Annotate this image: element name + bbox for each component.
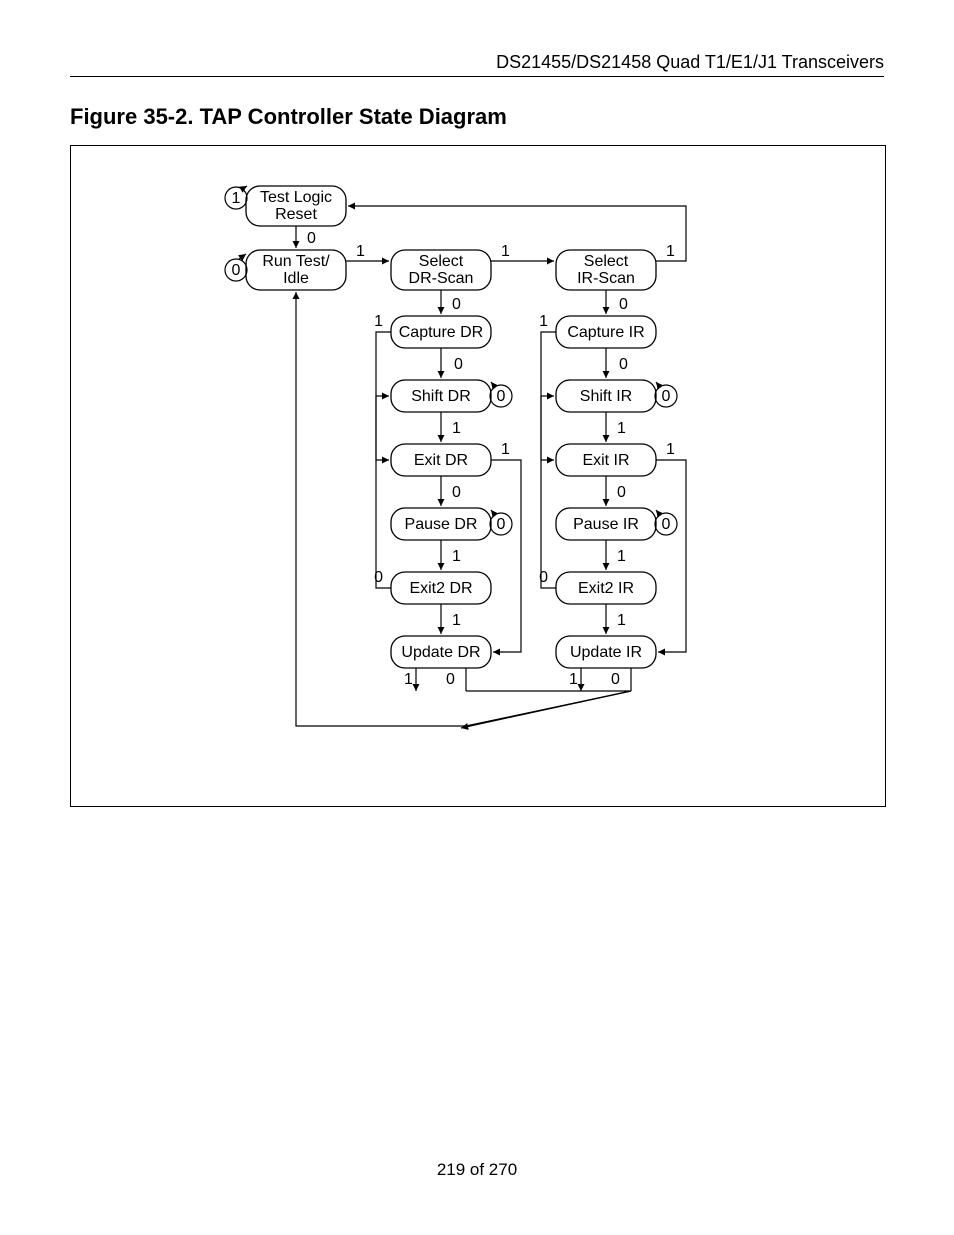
- svg-text:Shift IR: Shift IR: [580, 388, 632, 405]
- state-select-dr-scan: Select DR-Scan: [391, 250, 491, 290]
- doc-header: DS21455/DS21458 Quad T1/E1/J1 Transceive…: [496, 52, 884, 73]
- edge-rti-sdr: 1: [356, 243, 365, 260]
- diagram-frame: Test Logic Reset Run Test/ Idle Select D…: [70, 145, 886, 807]
- state-capture-ir: Capture IR: [556, 316, 656, 348]
- edge-shir-self: 0: [662, 388, 671, 405]
- edge-udr-0: 0: [446, 671, 455, 688]
- svg-text:Run Test/: Run Test/: [262, 253, 330, 270]
- svg-text:Exit IR: Exit IR: [582, 452, 629, 469]
- svg-text:Exit2 DR: Exit2 DR: [409, 580, 472, 597]
- state-exit-dr: Exit DR: [391, 444, 491, 476]
- state-test-logic-reset: Test Logic Reset: [246, 186, 346, 226]
- state-run-test-idle: Run Test/ Idle: [246, 250, 346, 290]
- edge-rti-self: 0: [232, 262, 241, 279]
- edge-pir-e2ir: 1: [617, 548, 626, 565]
- edge-e2ir-shir: 0: [539, 569, 548, 586]
- edge-edr-udr: 1: [501, 441, 510, 458]
- state-update-ir: Update IR: [556, 636, 656, 668]
- svg-text:Test Logic: Test Logic: [260, 189, 332, 206]
- state-diagram: Test Logic Reset Run Test/ Idle Select D…: [71, 146, 885, 806]
- edge-shdr-self: 0: [497, 388, 506, 405]
- edge-e2ir-uir: 1: [617, 612, 626, 629]
- edge-eir-pir: 0: [617, 484, 626, 501]
- edge-cdr-shdr: 0: [454, 356, 463, 373]
- svg-text:Shift DR: Shift DR: [411, 388, 471, 405]
- edge-uir-0: 0: [611, 671, 620, 688]
- page-footer: 219 of 270: [0, 1160, 954, 1180]
- edge-tlr-self: 1: [232, 190, 241, 207]
- edge-e2dr-udr: 1: [452, 612, 461, 629]
- state-pause-ir: Pause IR: [556, 508, 656, 540]
- edge-eir-uir: 1: [666, 441, 675, 458]
- edge-udr-1: 1: [404, 671, 413, 688]
- svg-text:Exit DR: Exit DR: [414, 452, 468, 469]
- edge-sir-cir: 0: [619, 296, 628, 313]
- edge-cir-eir: 1: [539, 313, 548, 330]
- edge-pdr-self: 0: [497, 516, 506, 533]
- state-select-ir-scan: Select IR-Scan: [556, 250, 656, 290]
- edge-e2dr-shdr: 0: [374, 569, 383, 586]
- svg-text:DR-Scan: DR-Scan: [409, 270, 474, 287]
- state-shift-ir: Shift IR: [556, 380, 656, 412]
- state-capture-dr: Capture DR: [391, 316, 491, 348]
- svg-text:Pause DR: Pause DR: [405, 516, 478, 533]
- edge-tlr-rti: 0: [307, 230, 316, 247]
- svg-text:Update DR: Update DR: [401, 644, 480, 661]
- svg-text:IR-Scan: IR-Scan: [577, 270, 635, 287]
- state-exit2-dr: Exit2 DR: [391, 572, 491, 604]
- edge-shdr-edr: 1: [452, 420, 461, 437]
- svg-text:Capture IR: Capture IR: [567, 324, 644, 341]
- state-shift-dr: Shift DR: [391, 380, 491, 412]
- svg-text:Idle: Idle: [283, 270, 309, 287]
- state-exit-ir: Exit IR: [556, 444, 656, 476]
- svg-text:Pause IR: Pause IR: [573, 516, 639, 533]
- edge-pdr-e2dr: 1: [452, 548, 461, 565]
- edge-uir-1: 1: [569, 671, 578, 688]
- figure-title: Figure 35-2. TAP Controller State Diagra…: [70, 104, 507, 130]
- edge-cdr-edr: 1: [374, 313, 383, 330]
- svg-text:Reset: Reset: [275, 206, 317, 223]
- state-update-dr: Update DR: [391, 636, 491, 668]
- edge-sdr-sir: 1: [501, 243, 510, 260]
- svg-text:Select: Select: [419, 253, 464, 270]
- edge-sir-tlr: 1: [666, 243, 675, 260]
- svg-text:Capture DR: Capture DR: [399, 324, 483, 341]
- edge-shir-eir: 1: [617, 420, 626, 437]
- svg-text:Exit2 IR: Exit2 IR: [578, 580, 634, 597]
- state-pause-dr: Pause DR: [391, 508, 491, 540]
- edge-sdr-cdr: 0: [452, 296, 461, 313]
- svg-text:Select: Select: [584, 253, 629, 270]
- header-rule: [70, 76, 884, 77]
- edge-cir-shir: 0: [619, 356, 628, 373]
- state-exit2-ir: Exit2 IR: [556, 572, 656, 604]
- edge-edr-pdr: 0: [452, 484, 461, 501]
- svg-text:Update IR: Update IR: [570, 644, 642, 661]
- edge-pir-self: 0: [662, 516, 671, 533]
